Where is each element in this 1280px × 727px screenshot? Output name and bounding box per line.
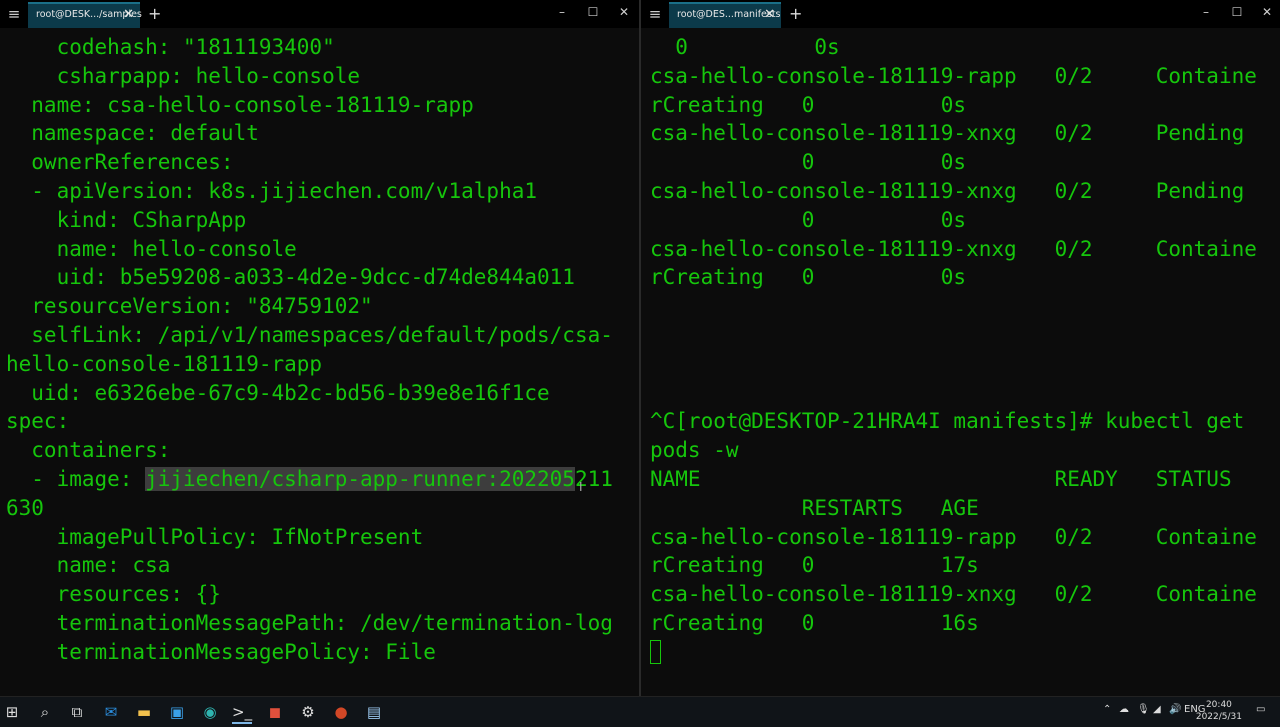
microphone-icon[interactable]: 🎙 <box>1137 704 1150 715</box>
terminal-line: uid: e6326ebe-67c9-4b2c-bd56-b39e8e16f1c… <box>6 380 550 405</box>
minimize-icon[interactable]: – <box>553 5 571 19</box>
terminal-line <box>650 638 1280 667</box>
text-cursor-icon: I <box>579 480 583 494</box>
close-icon[interactable]: ✕ <box>764 7 775 22</box>
terminal-window-right[interactable]: ≡ root@DES...manifests ✕ + – ☐ ✕ 0 0s csa… <box>641 0 1280 697</box>
terminal-line: resourceVersion: "84759102" <box>6 294 373 319</box>
terminal-line: csharpapp: hello-console <box>6 63 361 88</box>
terminal-line: csa-hello-console-181119-xnxg 0/2 Contai… <box>650 236 1257 261</box>
settings-icon[interactable]: ⚙ <box>298 702 318 722</box>
terminal-line: NAME READY STATUS <box>650 466 1232 491</box>
terminal-line: selfLink: /api/v1/namespaces/default/pod… <box>6 322 613 347</box>
window-close-icon[interactable]: ✕ <box>615 5 633 19</box>
onedrive-icon[interactable]: ☁ <box>1119 704 1129 715</box>
windows-start-icon[interactable]: ⊞ <box>2 702 22 722</box>
terminal-line: rCreating 0 17s <box>650 553 979 578</box>
terminal-line: 0 0s <box>650 35 840 59</box>
edge-icon[interactable]: ◉ <box>200 702 220 722</box>
terminal-line: ownerReferences: <box>6 150 234 175</box>
volume-icon[interactable]: 🔊 <box>1169 704 1181 715</box>
terminal-line: RESTARTS AGE <box>650 495 979 520</box>
terminal-line: hello-console-181119-rapp <box>6 351 323 376</box>
mail-icon[interactable]: ✉ <box>101 702 121 722</box>
terminal-line: name: csa-hello-console-181119-rapp <box>6 92 474 117</box>
close-icon[interactable]: ✕ <box>123 7 134 22</box>
notifications-icon[interactable]: ▭ <box>1256 704 1265 715</box>
terminal-line: kind: CSharpApp <box>6 207 247 232</box>
search-icon[interactable]: ⌕ <box>35 702 55 722</box>
terminal-line: 0 0s <box>650 150 967 175</box>
terminal-line: rCreating 0 0s <box>650 265 967 290</box>
terminal-line: 0 0s <box>650 207 967 232</box>
terminal-line: rCreating 0 16s <box>650 610 979 635</box>
terminal-cursor <box>650 639 661 664</box>
terminal-line: imagePullPolicy: IfNotPresent <box>6 524 424 549</box>
clock-time: 20:40 <box>1205 700 1232 710</box>
photos-icon[interactable]: ▣ <box>167 702 187 722</box>
maximize-icon[interactable]: ☐ <box>1228 5 1246 19</box>
terminal-line: spec: <box>6 409 70 434</box>
terminal-line: 630 <box>6 495 44 520</box>
terminal-line: csa-hello-console-181119-rapp 0/2 Contai… <box>650 63 1257 88</box>
file-explorer-icon[interactable]: ▬ <box>134 702 154 722</box>
terminal-icon[interactable]: >_ <box>232 702 252 724</box>
terminal-line: csa-hello-console-181119-xnxg 0/2 Contai… <box>650 582 1257 607</box>
new-tab-icon[interactable]: + <box>789 4 802 23</box>
terminal-output[interactable]: codehash: "1811193400" csharpapp: hello-… <box>6 33 639 697</box>
tab-samples[interactable]: root@DESK.../samples ✕ <box>28 2 142 28</box>
clock-date: 2022/5/31 <box>1195 712 1242 722</box>
minimize-icon[interactable]: – <box>1197 5 1215 19</box>
maximize-icon[interactable]: ☐ <box>584 5 602 19</box>
terminal-line: terminationMessagePath: /dev/termination… <box>6 610 613 635</box>
terminal-line: ^C[root@DESKTOP-21HRA4I manifests]# kube… <box>650 409 1245 434</box>
terminal-line: pods -w <box>650 438 739 463</box>
terminal-window-left[interactable]: ≡ root@DESK.../samples ✕ + – ☐ ✕ codehas… <box>0 0 639 697</box>
terminal-line: - image: jijiechen/csharp-app-runner:202… <box>6 465 639 494</box>
terminal-line: csa-hello-console-181119-rapp 0/2 Contai… <box>650 524 1257 549</box>
network-icon[interactable]: ◢ <box>1153 704 1161 715</box>
terminal-line: terminationMessagePolicy: File <box>6 639 436 664</box>
terminal-line: csa-hello-console-181119-xnxg 0/2 Pendin… <box>650 178 1245 203</box>
app-icon[interactable]: ◼ <box>265 702 285 722</box>
line-text: - image: <box>6 466 146 491</box>
hamburger-menu-icon[interactable]: ≡ <box>6 6 22 22</box>
window-close-icon[interactable]: ✕ <box>1258 5 1276 19</box>
powerpoint-icon[interactable]: ● <box>331 702 351 722</box>
terminal-line: uid: b5e59208-a033-4d2e-9dcc-d74de844a01… <box>6 265 575 290</box>
terminal-line: namespace: default <box>6 121 259 146</box>
terminal-line: containers: <box>6 438 171 463</box>
notepad-icon[interactable]: ▤ <box>364 702 384 722</box>
show-hidden-icons-icon[interactable]: ⌃ <box>1103 704 1111 715</box>
taskbar: ⊞ ⌕ ⧉ ✉ ▬ ▣ ◉ >_ ◼ ⚙ ● ▤ ⌃ ☁ 🎙 ◢ 🔊 ENG 2… <box>0 696 1280 727</box>
terminal-line: name: hello-console <box>6 236 297 261</box>
terminal-line: name: csa <box>6 553 171 578</box>
tab-manifests[interactable]: root@DES...manifests ✕ <box>669 2 781 28</box>
clock[interactable]: 20:40 2022/5/31 <box>1196 699 1242 723</box>
title-bar: ≡ root@DESK.../samples ✕ + – ☐ ✕ <box>0 0 639 28</box>
new-tab-icon[interactable]: + <box>148 4 161 23</box>
terminal-line: resources: {} <box>6 582 221 607</box>
terminal-line: csa-hello-console-181119-xnxg 0/2 Pendin… <box>650 121 1245 146</box>
selected-text[interactable]: jijiechen/csharp-app-runner:202205 <box>145 466 575 491</box>
terminal-line: rCreating 0 0s <box>650 92 967 117</box>
title-bar: ≡ root@DES...manifests ✕ + – ☐ ✕ <box>641 0 1280 28</box>
task-view-icon[interactable]: ⧉ <box>67 702 87 722</box>
terminal-line: - apiVersion: k8s.jijiechen.com/v1alpha1 <box>6 178 538 203</box>
terminal-output[interactable]: 0 0s csa-hello-console-181119-rapp 0/2 Co… <box>650 33 1280 697</box>
hamburger-menu-icon[interactable]: ≡ <box>647 6 663 22</box>
terminal-line: codehash: "1811193400" <box>6 35 335 59</box>
